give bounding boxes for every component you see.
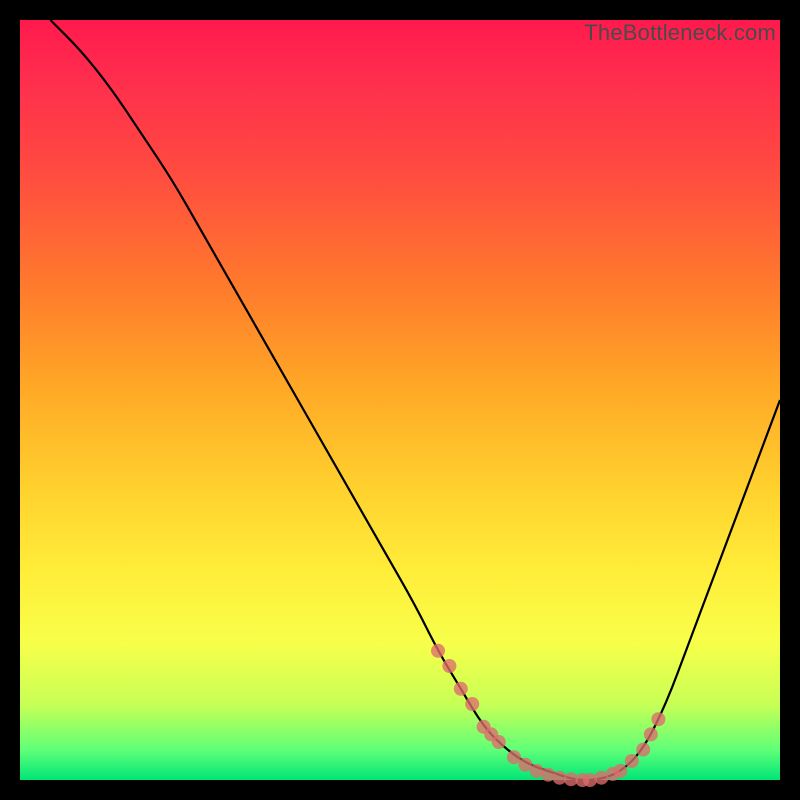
- data-marker: [492, 735, 506, 749]
- data-marker: [636, 743, 650, 757]
- data-marker: [442, 659, 456, 673]
- data-marker: [431, 644, 445, 658]
- data-marker: [625, 754, 639, 768]
- data-marker: [454, 682, 468, 696]
- marker-group: [431, 644, 665, 787]
- data-marker: [644, 727, 658, 741]
- data-marker: [613, 764, 627, 778]
- chart-svg: [20, 20, 780, 780]
- data-marker: [651, 712, 665, 726]
- data-marker: [465, 697, 479, 711]
- data-marker: [507, 750, 521, 764]
- chart-frame: TheBottleneck.com: [20, 20, 780, 780]
- bottleneck-curve-line: [50, 20, 780, 780]
